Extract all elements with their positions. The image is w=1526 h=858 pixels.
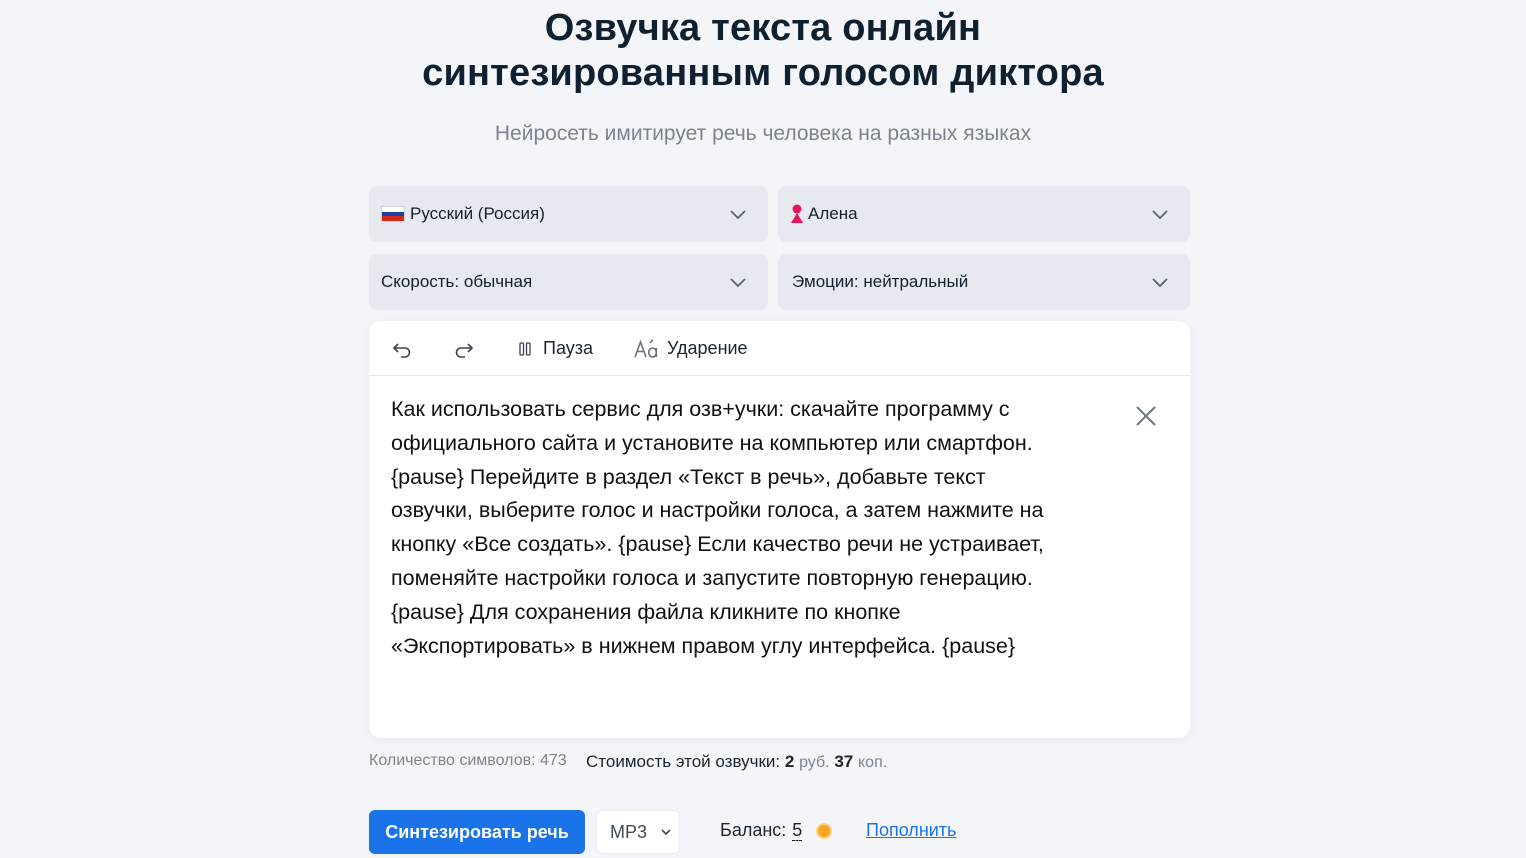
format-select-value: MP3 xyxy=(610,821,648,842)
language-select-value: Русский (Россия) xyxy=(410,204,545,223)
topup-link[interactable]: Пополнить xyxy=(866,820,956,841)
chevron-down-icon xyxy=(730,210,746,220)
language-select[interactable]: Русский (Россия) xyxy=(369,186,768,242)
flag-russia-icon xyxy=(381,206,405,222)
synthesize-button[interactable]: Синтезировать речь xyxy=(369,810,585,854)
format-select[interactable]: MP3 xyxy=(596,810,680,854)
cost-kop: 37 xyxy=(834,752,854,771)
editor-toolbar: Пауза Ударение xyxy=(369,321,1190,376)
female-voice-icon xyxy=(791,204,803,223)
cost-info: Стоимость этой озвучки: 2 руб. 37 коп. xyxy=(586,752,887,772)
stress-button-label: Ударение xyxy=(667,338,748,358)
char-count-label: Количество символов: xyxy=(369,752,536,769)
emotion-select[interactable]: Эмоции: нейтральный xyxy=(778,254,1190,310)
emotion-select-value: Эмоции: нейтральный xyxy=(792,272,969,291)
page-title-line1: Озвучка текста онлайн xyxy=(544,7,982,49)
chevron-down-icon xyxy=(661,829,671,836)
undo-icon xyxy=(392,342,411,358)
page-subtitle: Нейросеть имитирует речь человека на раз… xyxy=(494,122,1032,145)
speed-select[interactable]: Скорость: обычная xyxy=(369,254,768,310)
voice-select-value: Алена xyxy=(808,204,858,223)
pause-button-label: Пауза xyxy=(543,338,594,358)
balance: Баланс: 5 xyxy=(720,820,833,841)
char-count-value: 473 xyxy=(539,752,567,769)
balance-value[interactable]: 5 xyxy=(792,820,803,841)
text-editor: Пауза Ударение Как использовать сервис д… xyxy=(369,321,1190,738)
redo-button[interactable] xyxy=(453,321,475,376)
speech-text-input[interactable]: Как использовать сервис для озв+учки: ск… xyxy=(391,393,1103,663)
voice-select[interactable]: Алена xyxy=(778,186,1190,242)
redo-icon xyxy=(455,342,474,358)
rub-unit: руб. xyxy=(799,754,830,771)
kop-unit: коп. xyxy=(857,754,888,771)
chevron-down-icon xyxy=(730,278,746,288)
cost-label: Стоимость этой озвучки: xyxy=(586,752,781,771)
chevron-down-icon xyxy=(1152,278,1168,288)
stress-button[interactable]: Ударение xyxy=(633,321,748,376)
speed-select-value: Скорость: обычная xyxy=(381,272,533,291)
balance-label: Баланс: xyxy=(720,820,787,840)
undo-button[interactable] xyxy=(391,321,413,376)
char-count: Количество символов: 473 xyxy=(369,752,567,770)
page-title: Озвучка текста онлайн синтезированным го… xyxy=(0,6,1526,96)
coin-icon xyxy=(816,822,833,839)
page-title-line2: синтезированным голосом диктора xyxy=(422,52,1104,94)
pause-icon xyxy=(519,341,531,356)
pause-button[interactable]: Пауза xyxy=(517,321,593,376)
stress-icon xyxy=(634,338,658,358)
close-icon[interactable] xyxy=(1133,403,1159,429)
cost-rub: 2 xyxy=(784,752,795,771)
chevron-down-icon xyxy=(1152,210,1168,220)
